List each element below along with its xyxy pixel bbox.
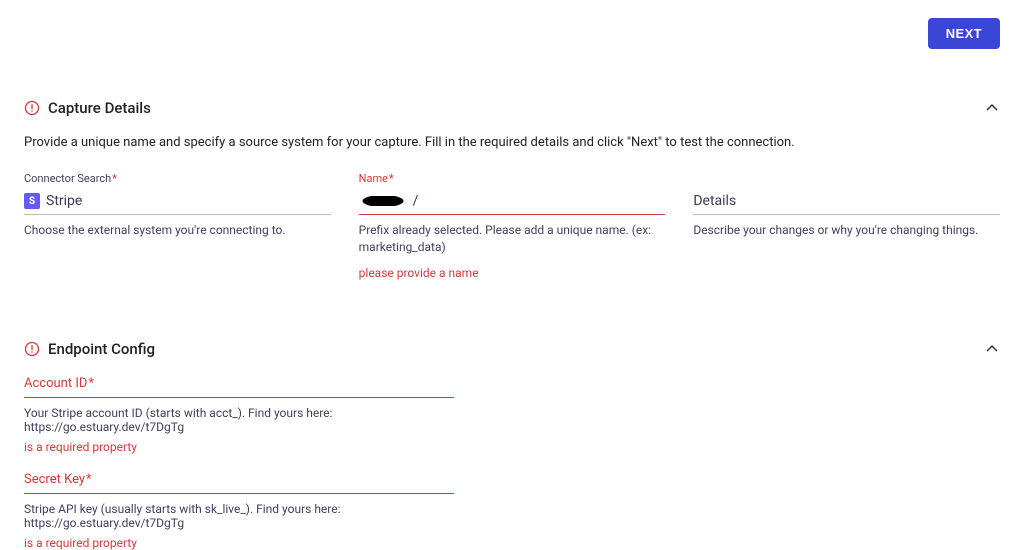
endpoint-config-title: Endpoint Config [48,340,155,358]
details-input[interactable]: Details [693,191,1000,215]
name-help: Prefix already selected. Please add a un… [359,222,666,256]
alert-circle-icon [24,341,40,357]
connector-search-field: Connector Search* S Stripe Choose the ex… [24,172,331,280]
name-error: please provide a name [359,266,666,280]
account-id-error: is a required property [24,440,454,454]
collapse-capture-icon[interactable] [984,100,1000,116]
secret-key-error: is a required property [24,536,454,550]
connector-search-value: Stripe [46,191,331,211]
details-field: x Details Describe your changes or why y… [693,172,1000,280]
capture-details-header: Capture Details [24,99,1000,117]
name-value-suffix: / [413,191,666,211]
capture-details-description: Provide a unique name and specify a sour… [24,135,1000,150]
account-id-input[interactable]: Account ID* [24,376,454,398]
account-id-field: Account ID* Your Stripe account ID (star… [24,376,454,454]
details-placeholder: Details [693,191,1000,211]
name-field: Name* / Prefix already selected. Please … [359,172,666,280]
name-label: Name* [359,172,666,185]
connector-search-label: Connector Search* [24,172,331,185]
account-id-help: Your Stripe account ID (starts with acct… [24,406,454,434]
top-actions-bar: NEXT [24,18,1000,49]
stripe-logo-icon: S [24,193,40,209]
connector-search-help: Choose the external system you're connec… [24,222,331,239]
capture-details-title: Capture Details [48,99,151,117]
secret-key-input[interactable]: Secret Key* [24,472,454,494]
secret-key-help: Stripe API key (usually starts with sk_l… [24,502,454,530]
connector-search-input[interactable]: S Stripe [24,191,331,215]
name-input[interactable]: / [359,191,666,215]
details-help: Describe your changes or why you're chan… [693,222,1000,239]
next-button[interactable]: NEXT [928,18,1000,49]
alert-circle-icon [24,100,40,116]
redacted-prefix-icon [359,196,407,206]
collapse-endpoint-icon[interactable] [984,341,1000,357]
endpoint-config-header: Endpoint Config [24,340,1000,358]
secret-key-field: Secret Key* Stripe API key (usually star… [24,472,454,550]
